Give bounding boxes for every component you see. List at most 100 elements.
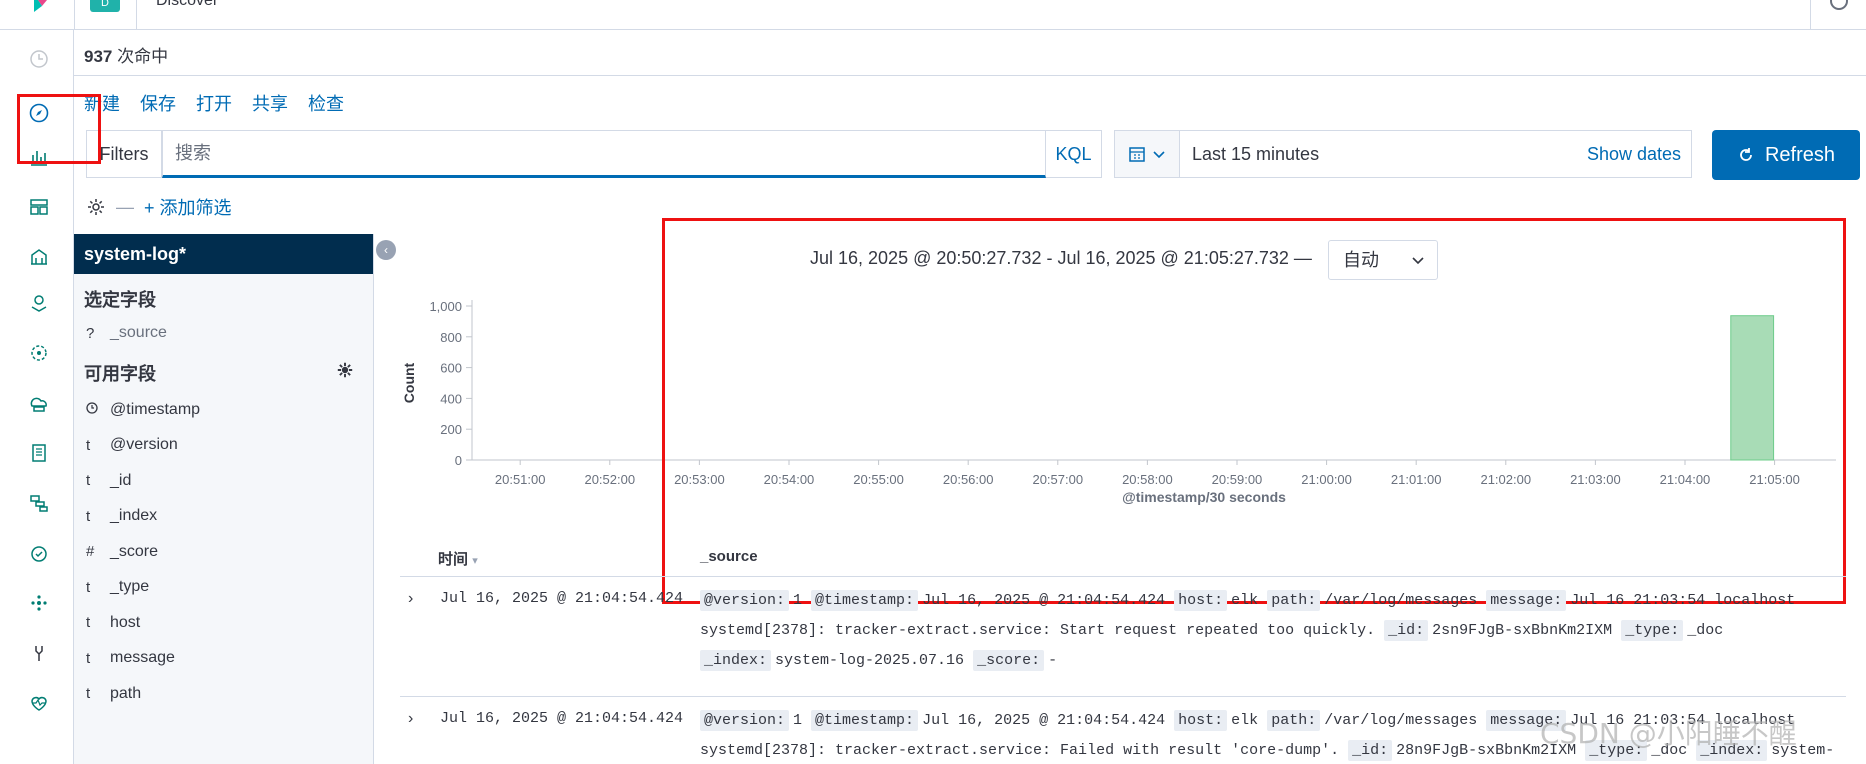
field-item[interactable]: t message <box>74 641 373 677</box>
x-tick-label: 20:52:00 <box>584 472 635 487</box>
field-name: _score <box>110 542 159 560</box>
help-icon[interactable] <box>1830 0 1848 10</box>
date-range-display[interactable]: Last 15 minutes Show dates <box>1180 130 1692 178</box>
source-line: @version: 1 @timestamp: Jul 16, 2025 @ 21:… <box>700 586 1846 616</box>
field-item[interactable]: ? _source <box>74 318 373 348</box>
apm-icon[interactable] <box>28 492 50 514</box>
field-item[interactable]: t _index <box>74 499 373 535</box>
date-range-text: Last 15 minutes <box>1192 144 1320 164</box>
maps-icon[interactable] <box>28 292 50 314</box>
available-fields-list: @timestamp t @version t _id t _index # _score t _t… <box>74 392 373 712</box>
ml-icon[interactable] <box>28 342 50 364</box>
date-quick-menu-button[interactable] <box>1114 130 1180 178</box>
hits-label: 次命中 <box>112 47 169 66</box>
uptime-icon[interactable] <box>28 542 50 564</box>
source-key: host: <box>1174 710 1228 731</box>
source-value: /var/log/messages <box>1324 712 1478 729</box>
filter-row: — + 添加筛选 <box>86 194 232 220</box>
graph-icon[interactable] <box>28 592 50 614</box>
divider <box>136 0 137 30</box>
row-timestamp: Jul 16, 2025 @ 21:04:54.424 <box>440 590 684 607</box>
y-tick-label: 400 <box>440 391 462 406</box>
divider <box>400 696 1846 697</box>
y-axis-label: Count <box>401 362 417 403</box>
source-key: @timestamp: <box>811 590 919 611</box>
hits-header: 937 次命中 <box>74 30 1866 76</box>
menu-save[interactable]: 保存 <box>140 90 176 116</box>
gear-icon[interactable] <box>86 197 106 217</box>
field-name: _id <box>110 471 132 489</box>
field-type-icon: # <box>86 543 95 561</box>
search-input[interactable] <box>162 130 1046 178</box>
source-value: 2sn9FJgB-sxBbnKm2IXM <box>1432 622 1613 639</box>
expand-row-chevron-icon[interactable]: › <box>408 710 413 728</box>
menu-open[interactable]: 打开 <box>196 90 232 116</box>
kibana-logo-icon[interactable] <box>28 0 58 12</box>
source-key: @timestamp: <box>811 710 919 731</box>
field-name: @version <box>110 436 178 454</box>
column-header-time-label: 时间 <box>438 551 469 568</box>
top-menu: 新建 保存 打开 共享 检查 <box>84 90 344 116</box>
logs-icon[interactable] <box>28 442 50 464</box>
menu-inspect[interactable]: 检查 <box>308 90 344 116</box>
app-badge[interactable]: D <box>90 0 120 12</box>
calendar-icon <box>1129 147 1145 162</box>
refresh-label: Refresh <box>1764 143 1836 166</box>
source-key: _id: <box>1384 620 1429 641</box>
source-value: 1 <box>793 592 803 609</box>
field-name: message <box>110 649 175 667</box>
y-tick-label: 0 <box>455 453 462 468</box>
selected-fields-list: ? _source <box>74 318 373 348</box>
source-key: @version: <box>700 710 790 731</box>
index-pattern-selector[interactable]: system-log* <box>74 234 373 274</box>
field-type-icon: t <box>86 472 91 490</box>
source-value: Jul 16 21:03:54 localhost <box>1570 592 1796 609</box>
row-source: @version: 1 @timestamp: Jul 16, 2025 @ 21:… <box>700 586 1846 676</box>
source-key: message: <box>1486 590 1567 611</box>
annotation-highlight-box <box>17 94 101 164</box>
field-item[interactable]: t host <box>74 605 373 641</box>
column-header-time[interactable]: 时间 ▾ <box>438 548 478 569</box>
refresh-button[interactable]: Refresh <box>1712 130 1860 180</box>
field-name: _index <box>110 507 158 525</box>
field-item[interactable]: t _id <box>74 463 373 499</box>
source-value: Jul 16, 2025 @ 21:04:54.424 <box>922 712 1166 729</box>
date-field-icon <box>86 401 110 418</box>
expand-row-chevron-icon[interactable]: › <box>408 590 413 608</box>
source-value: elk <box>1231 592 1259 609</box>
hits-number: 937 <box>84 47 113 66</box>
canvas-icon[interactable] <box>28 246 50 268</box>
infrastructure-icon[interactable] <box>28 392 50 414</box>
field-name: @timestamp <box>110 400 201 418</box>
refresh-icon <box>1740 148 1752 161</box>
annotation-highlight-box <box>662 218 1846 604</box>
source-key: _type: <box>1621 620 1684 641</box>
sort-icon[interactable]: ▾ <box>472 555 478 567</box>
recent-clock-icon[interactable] <box>28 48 50 70</box>
top-bar: D Discover <box>0 0 1866 30</box>
field-item[interactable]: @timestamp <box>74 392 373 428</box>
x-tick-label: 20:51:00 <box>495 472 546 487</box>
gear-icon[interactable] <box>337 362 353 378</box>
add-filter-button[interactable]: + 添加筛选 <box>144 194 232 220</box>
field-item[interactable]: t _type <box>74 570 373 606</box>
field-item[interactable]: t @version <box>74 428 373 464</box>
chevron-down-icon <box>1153 151 1165 159</box>
hits-count: 937 次命中 <box>84 42 168 67</box>
field-item[interactable]: # _score <box>74 534 373 570</box>
field-type-icon: t <box>86 685 91 703</box>
row-timestamp: Jul 16, 2025 @ 21:04:54.424 <box>440 710 684 727</box>
column-header-source: _source <box>700 548 758 565</box>
collapse-sidebar-button[interactable]: ‹ <box>376 240 396 260</box>
kql-toggle[interactable]: KQL <box>1046 130 1102 178</box>
y-tick-label: 1,000 <box>429 299 462 314</box>
menu-share[interactable]: 共享 <box>252 90 288 116</box>
source-value: elk <box>1231 712 1259 729</box>
dashboard-icon[interactable] <box>28 196 50 218</box>
dev-tools-icon[interactable] <box>28 642 50 664</box>
field-sidebar: system-log* 选定字段 ? _source 可用字段 @timestam… <box>74 234 374 764</box>
source-value: system-log-2025.07.16 <box>775 652 965 669</box>
monitoring-heart-icon[interactable] <box>28 692 50 714</box>
field-item[interactable]: t path <box>74 676 373 712</box>
show-dates-link[interactable]: Show dates <box>1587 131 1681 177</box>
